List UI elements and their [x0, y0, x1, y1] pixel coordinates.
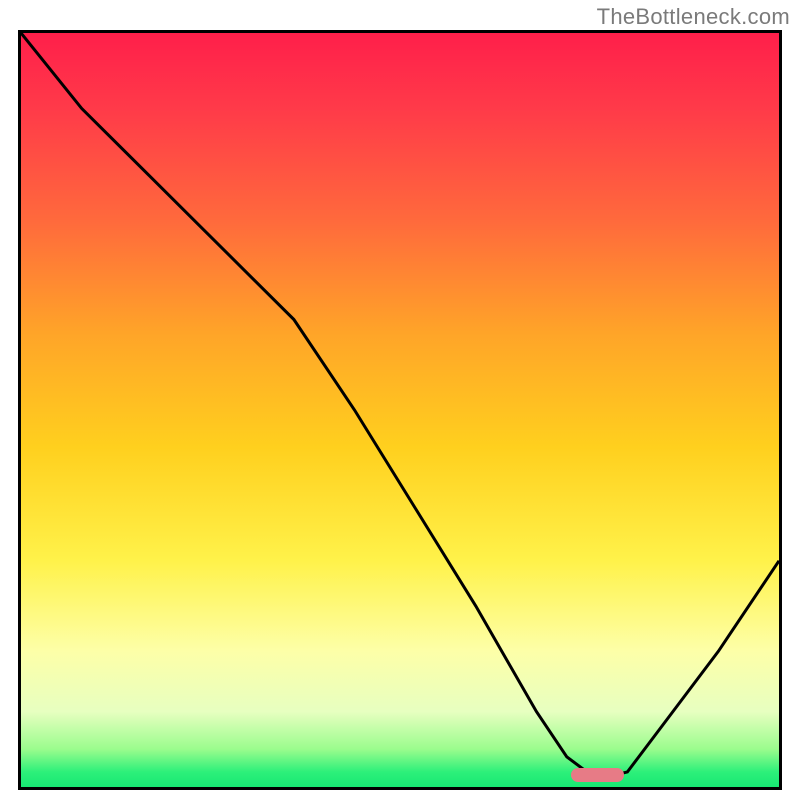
chart-curve: [21, 33, 779, 787]
optimum-marker: [571, 768, 624, 782]
chart-frame: [18, 30, 782, 790]
watermark-text: TheBottleneck.com: [597, 4, 790, 30]
